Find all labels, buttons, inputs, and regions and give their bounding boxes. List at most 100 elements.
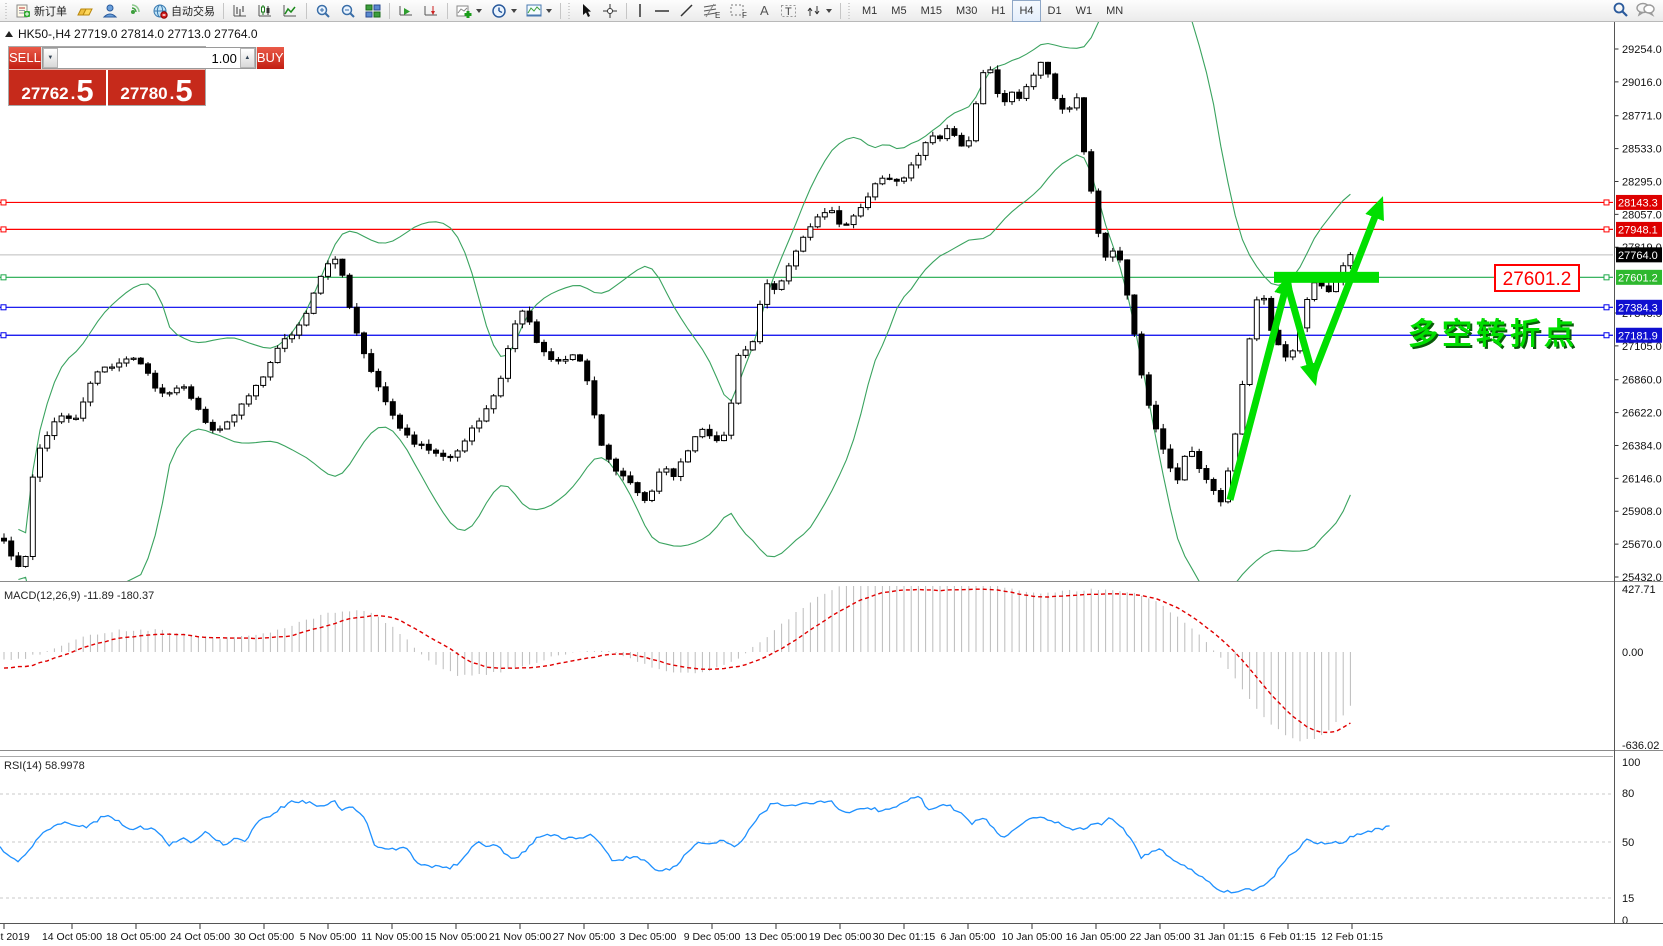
svg-text:6 Jan 05:00: 6 Jan 05:00 xyxy=(941,931,996,943)
svg-text:27181.9: 27181.9 xyxy=(1618,330,1658,342)
new-order-button[interactable]: 新订单 xyxy=(12,0,71,22)
sell-button[interactable]: SELL xyxy=(9,47,42,69)
toolbar-separator xyxy=(840,3,841,19)
toolbar-separator xyxy=(223,3,224,19)
horizontal-line-icon xyxy=(654,3,670,18)
svg-text:11 Nov 05:00: 11 Nov 05:00 xyxy=(361,931,423,943)
timeframe-D1[interactable]: D1 xyxy=(1041,0,1069,22)
timeframe-W1[interactable]: W1 xyxy=(1069,0,1100,22)
zoom-in-button[interactable] xyxy=(311,0,335,22)
text-tool-button[interactable]: A xyxy=(753,0,775,22)
tile-windows-icon xyxy=(365,3,381,18)
bar-chart-type-button[interactable] xyxy=(228,0,252,22)
svg-text:29254.0: 29254.0 xyxy=(1622,44,1662,56)
crosshair-tool-button[interactable] xyxy=(598,0,622,22)
template-button[interactable] xyxy=(522,0,556,22)
cursor-tool-button[interactable] xyxy=(575,0,597,22)
time-axis[interactable]: 8 Oct 201914 Oct 05:0018 Oct 05:0024 Oct… xyxy=(0,924,1383,943)
price-callout-label[interactable]: 27601.2 xyxy=(1495,265,1579,291)
svg-text:16 Jan 05:00: 16 Jan 05:00 xyxy=(1066,931,1127,943)
buy-price[interactable]: 27780.5 xyxy=(108,70,205,107)
svg-text:13 Dec 05:00: 13 Dec 05:00 xyxy=(745,931,808,943)
timeframe-MN[interactable]: MN xyxy=(1099,0,1130,22)
template-chart-icon xyxy=(526,3,542,18)
timeframe-M1[interactable]: M1 xyxy=(855,0,884,22)
timeframe-group: M1M5M15M30H1H4D1W1MN xyxy=(855,0,1130,22)
svg-text:29016.0: 29016.0 xyxy=(1622,77,1662,89)
svg-text:25670.0: 25670.0 xyxy=(1622,539,1662,551)
volume-decrease-button[interactable]: ▼ xyxy=(43,48,58,68)
new-order-label: 新订单 xyxy=(34,3,67,19)
svg-text:26860.0: 26860.0 xyxy=(1622,375,1662,387)
auto-scroll-button[interactable] xyxy=(394,0,418,22)
arrow-shapes-icon xyxy=(806,3,822,19)
collapse-triangle-icon[interactable] xyxy=(5,31,13,37)
one-click-trading-panel: SELL ▼ ▲ BUY 27762.5 27780.5 xyxy=(8,46,206,106)
toolbar-right-group xyxy=(1612,1,1661,21)
rsi-indicator-label: RSI(14) 58.9978 xyxy=(4,760,85,772)
label-tool-icon: T xyxy=(780,3,797,19)
fibonacci-icon: E xyxy=(703,3,721,19)
chart-canvas[interactable]: 29254.029016.028771.028533.028295.028057… xyxy=(0,22,1663,946)
tile-windows-button[interactable] xyxy=(361,0,385,22)
svg-text:27601.2: 27601.2 xyxy=(1618,272,1658,284)
svg-text:0.00: 0.00 xyxy=(1622,647,1643,659)
volume-input[interactable] xyxy=(58,48,240,68)
chart-shift-button[interactable] xyxy=(419,0,443,22)
turning-point-annotation-text[interactable]: 多空转折点 多空转折点 xyxy=(1408,318,1580,353)
trendline-tool-button[interactable] xyxy=(675,0,698,22)
svg-text:27 Nov 05:00: 27 Nov 05:00 xyxy=(553,931,616,943)
timeframe-H4[interactable]: H4 xyxy=(1012,0,1040,22)
timeframe-M5[interactable]: M5 xyxy=(884,0,913,22)
auto-trading-label: 自动交易 xyxy=(171,3,215,19)
gold-button[interactable] xyxy=(72,0,97,22)
line-chart-type-button[interactable] xyxy=(278,0,302,22)
svg-text:24 Oct 05:00: 24 Oct 05:00 xyxy=(170,931,230,943)
svg-text:27601.2: 27601.2 xyxy=(1503,269,1572,290)
vertical-line-tool-button[interactable] xyxy=(631,0,649,22)
svg-text:E: E xyxy=(715,11,720,19)
sell-price[interactable]: 27762.5 xyxy=(9,70,106,107)
timeframe-M30[interactable]: M30 xyxy=(949,0,984,22)
svg-text:427.71: 427.71 xyxy=(1622,584,1656,596)
sell-price-big-digit: 5 xyxy=(76,79,93,104)
zoom-in-icon xyxy=(315,3,331,19)
timeframe-M15[interactable]: M15 xyxy=(914,0,949,22)
macd-panel xyxy=(4,577,1350,741)
signal-button[interactable] xyxy=(123,0,147,22)
search-icon[interactable] xyxy=(1612,1,1629,21)
chart-window[interactable]: 29254.029016.028771.028533.028295.028057… xyxy=(0,22,1663,946)
fibonacci-tool-button[interactable]: E xyxy=(699,0,725,22)
zoom-out-button[interactable] xyxy=(336,0,360,22)
toolbar-separator xyxy=(447,3,448,19)
community-button[interactable] xyxy=(98,0,122,22)
buy-button[interactable]: BUY xyxy=(256,47,284,69)
candlestick-chart-type-button[interactable] xyxy=(253,0,277,22)
svg-text:15: 15 xyxy=(1622,893,1634,905)
price-axis[interactable]: 29254.029016.028771.028533.028295.028057… xyxy=(1615,44,1663,927)
svg-text:28143.3: 28143.3 xyxy=(1618,197,1658,209)
main-toolbar: 新订单 自动交易 xyxy=(0,0,1663,22)
toolbar-grip[interactable] xyxy=(567,3,572,19)
toolbar-grip[interactable] xyxy=(847,3,852,19)
auto-trading-button[interactable]: 自动交易 xyxy=(148,0,219,22)
text-tool-icon: A xyxy=(757,3,771,18)
svg-text:100: 100 xyxy=(1622,757,1640,769)
svg-text:50: 50 xyxy=(1622,837,1634,849)
auto-scroll-icon xyxy=(398,3,414,18)
timeframe-H1[interactable]: H1 xyxy=(984,0,1012,22)
add-indicator-button[interactable] xyxy=(452,0,486,22)
dropdown-caret xyxy=(826,9,832,13)
arrow-shapes-button[interactable] xyxy=(802,0,836,22)
toolbar-grip[interactable] xyxy=(4,3,9,19)
svg-text:9 Dec 05:00: 9 Dec 05:00 xyxy=(684,931,741,943)
horizontal-line-tool-button[interactable] xyxy=(650,0,674,22)
volume-increase-button[interactable]: ▲ xyxy=(240,48,255,68)
period-button[interactable] xyxy=(487,0,521,22)
channel-tool-button[interactable]: F xyxy=(726,0,752,22)
label-tool-button[interactable]: T xyxy=(776,0,801,22)
bollinger-bands xyxy=(18,22,1350,619)
community-icon xyxy=(102,3,118,18)
chat-icon[interactable] xyxy=(1635,1,1655,20)
toolbar-separator xyxy=(560,3,561,19)
